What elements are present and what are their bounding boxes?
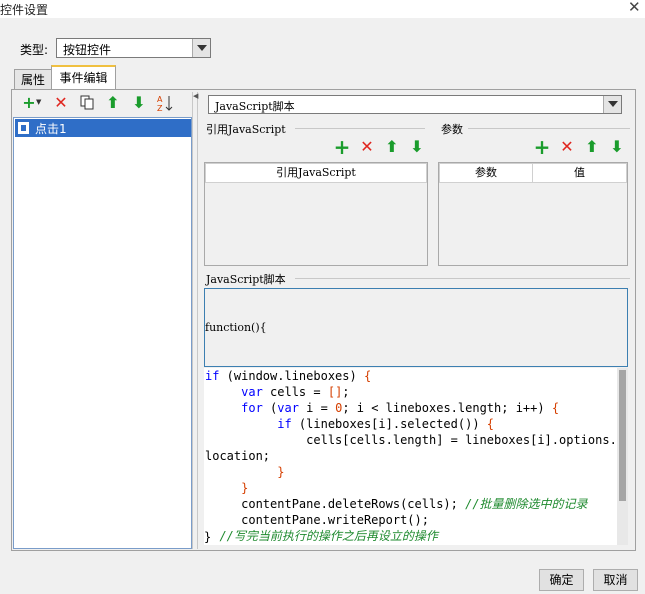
move-up-icon[interactable]: ⬆ bbox=[583, 138, 601, 156]
params-column-header-name[interactable]: 参数 bbox=[439, 163, 533, 183]
params-table[interactable]: 参数 值 bbox=[438, 162, 628, 266]
code-editor[interactable]: if (window.lineboxes) { var cells = []; … bbox=[204, 368, 628, 545]
script-type-value: JavaScript脚本 bbox=[215, 100, 295, 113]
ok-button[interactable]: 确定 bbox=[539, 569, 584, 591]
function-header: function(){ bbox=[205, 321, 267, 334]
params-section-label: 参数 bbox=[441, 123, 463, 136]
cancel-button[interactable]: 取消 bbox=[593, 569, 638, 591]
code-content[interactable]: if (window.lineboxes) { var cells = []; … bbox=[204, 368, 628, 544]
event-list[interactable]: 点击1 bbox=[13, 117, 192, 549]
splitter[interactable]: ◀ bbox=[192, 92, 198, 549]
tab-event-editor[interactable]: 事件编辑 bbox=[51, 65, 116, 90]
editor-scrollbar-thumb[interactable] bbox=[619, 370, 626, 501]
delete-icon[interactable]: ✕ bbox=[52, 94, 70, 112]
sort-icon[interactable]: AZ bbox=[157, 93, 175, 113]
chevron-down-icon[interactable] bbox=[192, 39, 210, 57]
move-up-icon[interactable]: ⬆ bbox=[383, 138, 401, 156]
ref-js-section-label: 引用JavaScript bbox=[206, 123, 286, 136]
copy-icon[interactable] bbox=[80, 95, 94, 110]
add-icon[interactable]: + bbox=[333, 137, 351, 157]
type-label: 类型: bbox=[20, 43, 49, 57]
chevron-down-icon[interactable] bbox=[603, 96, 621, 113]
chevron-down-icon[interactable]: ▼ bbox=[36, 98, 41, 106]
svg-text:A: A bbox=[157, 95, 163, 104]
move-down-icon[interactable]: ⬇ bbox=[408, 138, 426, 156]
params-column-header-value[interactable]: 值 bbox=[532, 163, 627, 183]
function-closing: } bbox=[204, 530, 212, 544]
close-icon[interactable]: ✕ bbox=[628, 0, 641, 16]
script-type-select[interactable]: JavaScript脚本 bbox=[208, 95, 622, 114]
move-up-icon[interactable]: ⬆ bbox=[104, 94, 122, 112]
ref-js-table[interactable]: 引用JavaScript bbox=[204, 162, 428, 266]
delete-icon[interactable]: ✕ bbox=[558, 138, 576, 156]
type-select[interactable]: 按钮控件 bbox=[56, 38, 211, 58]
list-item-label: 点击1 bbox=[35, 122, 67, 136]
ref-js-column-header[interactable]: 引用JavaScript bbox=[205, 163, 427, 183]
event-icon bbox=[18, 122, 29, 134]
tab-properties[interactable]: 属性 bbox=[14, 69, 52, 90]
add-icon[interactable]: + bbox=[533, 137, 551, 157]
title-bar: 控件设置 ✕ bbox=[0, 0, 645, 18]
event-list-toolbar: + ▼ ✕ ⬆ ⬇ AZ bbox=[14, 92, 192, 116]
window-title: 控件设置 bbox=[0, 3, 49, 17]
svg-text:Z: Z bbox=[157, 104, 163, 113]
divider bbox=[468, 128, 630, 129]
collapse-left-icon[interactable]: ◀ bbox=[193, 92, 198, 100]
type-select-value: 按钮控件 bbox=[63, 43, 112, 57]
script-header-area: function(){ bbox=[204, 288, 628, 367]
move-down-icon[interactable]: ⬇ bbox=[608, 138, 626, 156]
divider bbox=[295, 278, 630, 279]
delete-icon[interactable]: ✕ bbox=[358, 138, 376, 156]
list-item[interactable]: 点击1 bbox=[15, 119, 191, 137]
move-down-icon[interactable]: ⬇ bbox=[130, 94, 148, 112]
divider bbox=[295, 128, 425, 129]
script-section-label: JavaScript脚本 bbox=[206, 273, 286, 286]
